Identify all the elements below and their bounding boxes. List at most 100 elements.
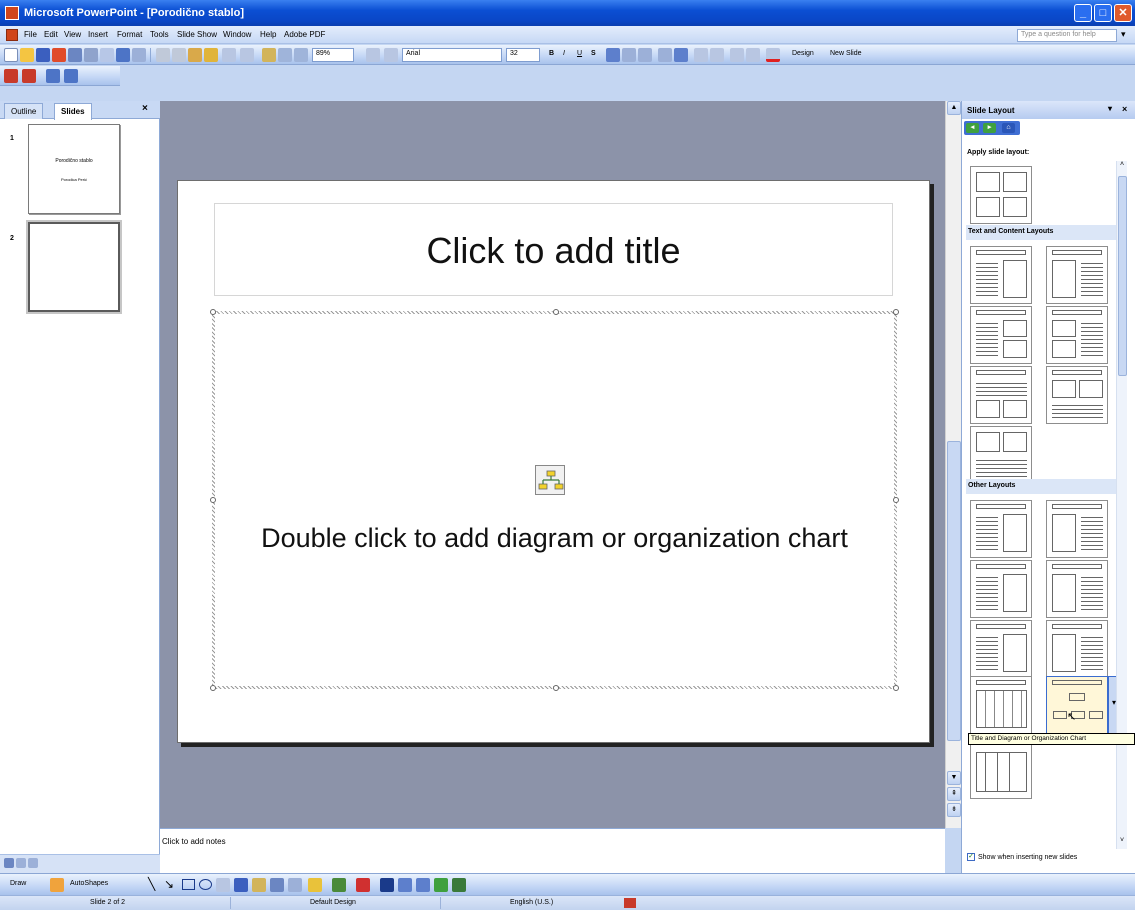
next-slide-icon[interactable]: ⇟ [947,803,961,817]
align-center-icon[interactable] [622,48,636,62]
task-pane-close-icon[interactable]: × [1122,104,1127,114]
document-icon[interactable] [6,29,18,41]
forward-icon[interactable]: ▸ [983,123,996,133]
font-name-combo[interactable]: Arial [402,48,502,62]
convert-to-pdf-icon[interactable] [4,69,18,83]
maximize-button[interactable]: □ [1094,4,1112,22]
bold-button[interactable]: B [549,50,554,57]
design-button[interactable]: Design [792,50,814,57]
oval-icon[interactable] [199,879,212,890]
layout-title-text-over-content[interactable] [970,366,1032,424]
layout-title-chart-text[interactable] [1046,560,1108,618]
scroll-thumb[interactable] [947,441,961,741]
slide-thumbnail-1[interactable]: Porodično stablo Porodica Perić [28,124,120,214]
layout-title-table[interactable] [970,676,1032,734]
align-left-icon[interactable] [606,48,620,62]
slide-canvas[interactable]: Click to add title Double click to add d… [177,180,930,743]
pdf-email-icon[interactable] [22,69,36,83]
resize-handle[interactable] [210,685,216,691]
ask-question-input[interactable]: Type a question for help [1017,29,1117,42]
layout-title-content-text[interactable] [1046,246,1108,304]
text-box-icon[interactable] [216,878,230,892]
print-preview-icon[interactable] [100,48,114,62]
menu-adobe-pdf[interactable]: Adobe PDF [284,30,325,39]
print-icon[interactable] [84,48,98,62]
slide-show-icon[interactable] [28,858,38,868]
cut-icon[interactable] [156,48,170,62]
research-icon[interactable] [132,48,146,62]
copy-icon[interactable] [172,48,186,62]
layout-title-two-content-over-text[interactable] [970,426,1032,484]
new-icon[interactable] [4,48,18,62]
menu-format[interactable]: Format [117,30,142,39]
select-objects-icon[interactable] [50,878,64,892]
new-slide-button[interactable]: New Slide [830,50,862,57]
tab-slides[interactable]: Slides [54,103,92,120]
scroll-down-icon[interactable]: ˅ [1117,837,1127,849]
minimize-button[interactable]: _ [1074,4,1092,22]
home-icon[interactable]: ⌂ [1002,123,1015,133]
autoshapes-menu-button[interactable]: AutoShapes [70,880,108,887]
line-style-icon[interactable] [380,878,394,892]
spelling-icon[interactable] [116,48,130,62]
layout-title-text-two-content[interactable] [970,306,1032,364]
menu-view[interactable]: View [64,30,81,39]
layout-title-content-over-text[interactable] [1046,366,1108,424]
checkbox-checked-icon[interactable]: ✓ [967,853,975,861]
task-pane-dropdown-icon[interactable]: ▾ [1108,104,1112,113]
resize-handle[interactable] [210,309,216,315]
notes-pane[interactable]: Click to add notes [160,828,945,873]
3d-style-icon[interactable] [452,878,466,892]
zoom-toggle-icon[interactable] [64,69,78,83]
zoom-combo[interactable]: 89% [312,48,354,62]
line-color-icon[interactable] [332,878,346,892]
open-icon[interactable] [20,48,34,62]
line-icon[interactable]: ╲ [148,877,155,891]
close-pane-icon[interactable]: × [142,103,148,114]
close-button[interactable]: ✕ [1114,4,1132,22]
undo-icon[interactable] [222,48,236,62]
scroll-down-icon[interactable]: ▼ [947,771,961,785]
drawing-font-color-icon[interactable] [356,878,370,892]
draw-menu-button[interactable]: Draw [10,880,26,887]
resize-handle[interactable] [210,497,216,503]
decrease-indent-icon[interactable] [730,48,744,62]
insert-chart-icon[interactable] [262,48,276,62]
numbering-icon[interactable] [658,48,672,62]
insert-diagram-icon[interactable] [252,878,266,892]
email-icon[interactable] [68,48,82,62]
reviewing-icon[interactable] [46,69,60,83]
menu-help[interactable]: Help [260,30,276,39]
task-pane-scrollbar[interactable]: ˄ ˅ [1116,161,1127,849]
resize-handle[interactable] [553,685,559,691]
layout-title-chart[interactable] [970,741,1032,799]
show-when-inserting-checkbox[interactable]: ✓ Show when inserting new slides [967,853,1077,861]
paste-icon[interactable] [188,48,202,62]
decrease-font-icon[interactable] [710,48,724,62]
layout-title-four-content[interactable] [970,166,1032,224]
increase-indent-icon[interactable] [746,48,760,62]
org-chart-icon[interactable] [535,465,565,495]
resize-handle[interactable] [553,309,559,315]
increase-font-icon[interactable] [694,48,708,62]
format-painter-icon[interactable] [204,48,218,62]
align-right-icon[interactable] [638,48,652,62]
slide-vertical-scrollbar[interactable]: ▲ ▼ ⇞ ⇟ [945,101,961,828]
diagram-placeholder[interactable]: Double click to add diagram or organizat… [210,309,899,691]
menu-slide-show[interactable]: Slide Show [177,30,217,39]
shadow-button[interactable]: S [591,50,596,57]
menu-window[interactable]: Window [223,30,251,39]
notes-placeholder[interactable]: Click to add notes [162,837,226,846]
layout-title-media-text[interactable] [1046,620,1108,678]
help-icon[interactable] [366,48,380,62]
dash-style-icon[interactable] [398,878,412,892]
resize-handle[interactable] [893,685,899,691]
insert-picture-icon[interactable] [288,878,302,892]
menu-edit[interactable]: Edit [44,30,58,39]
fill-color-icon[interactable] [308,878,322,892]
shadow-style-icon[interactable] [434,878,448,892]
layout-title-two-content-text[interactable] [1046,306,1108,364]
bullets-icon[interactable] [674,48,688,62]
resize-handle[interactable] [893,309,899,315]
menu-tools[interactable]: Tools [150,30,169,39]
